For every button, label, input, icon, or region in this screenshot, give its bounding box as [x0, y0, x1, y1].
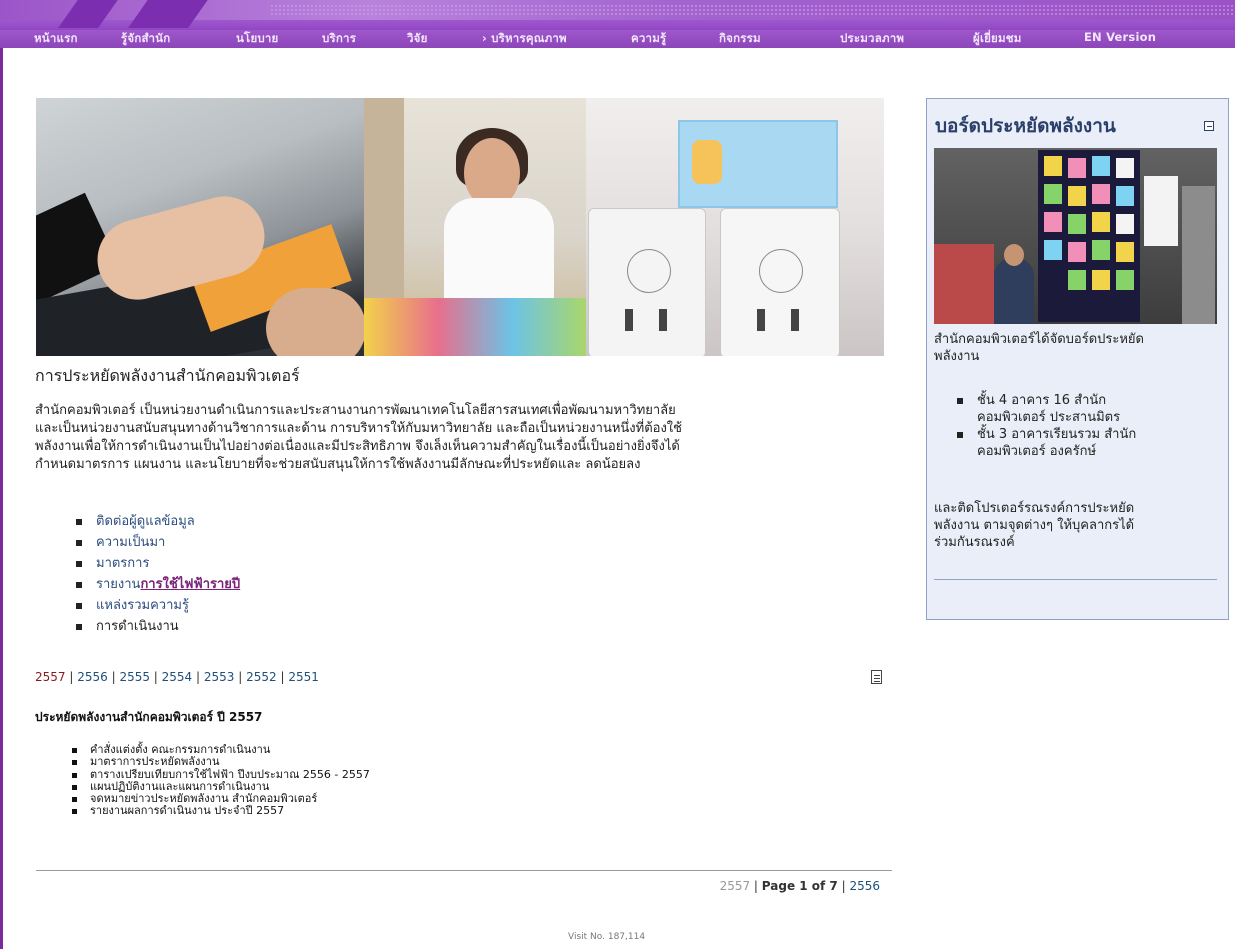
sidebar-campaign-text: และติดโปรเตอร์รณรงค์การประหยัด พลังงาน ต… — [934, 501, 1135, 550]
nav-research[interactable]: วิจัย — [407, 30, 428, 48]
main-menu: หน้าแรก รู้จักสำนัก นโยบาย บริการ วิจัย … — [0, 28, 1235, 48]
nav-quality-management[interactable]: › บริหารคุณภาพ — [482, 30, 567, 48]
list-item: ความเป็นมา — [75, 532, 240, 553]
year-2556-link[interactable]: 2556 — [77, 670, 108, 684]
sidebar-title: บอร์ดประหยัดพลังงาน — [935, 115, 1116, 137]
sidebar-divider — [934, 579, 1217, 580]
pagination: 2557 | Page 1 of 7 | 2556 — [719, 879, 880, 893]
top-navigation-bar: หน้าแรก รู้จักสำนัก นโยบาย บริการ วิจัย … — [0, 0, 1235, 48]
list-item: การดำเนินงาน — [75, 616, 240, 637]
year-2552-link[interactable]: 2552 — [246, 670, 277, 684]
photo-air-conditioner-controls — [586, 98, 884, 356]
list-item[interactable]: มาตราการประหยัดพลังงาน — [72, 755, 370, 768]
list-item: มาตรการ — [75, 553, 240, 574]
list-item: รายงานการใช้ไฟฟ้ารายปี — [75, 574, 240, 595]
contact-link[interactable]: ติดต่อผู้ดูแลข้อมูล — [96, 514, 195, 529]
page-title: การประหยัดพลังงานสำนักคอมพิวเตอร์ — [35, 366, 300, 385]
year-2555-link[interactable]: 2555 — [119, 670, 150, 684]
left-edge-bar — [0, 0, 3, 949]
nav-gallery[interactable]: ประมวลภาพ — [840, 30, 904, 48]
year-2551-link[interactable]: 2551 — [288, 670, 319, 684]
list-item[interactable]: รายงานผลการดำเนินงาน ประจำปี 2557 — [72, 805, 370, 817]
pager-next-year-link[interactable]: 2556 — [849, 879, 880, 893]
hero-image-strip — [36, 98, 884, 356]
sidebar-board-photo — [934, 148, 1217, 324]
nav-en-version[interactable]: EN Version — [1084, 30, 1156, 44]
year-selector: 2557 | 2556 | 2555 | 2554 | 2553 | 2552 … — [35, 670, 319, 684]
nav-about[interactable]: รู้จักสำนัก — [121, 30, 170, 48]
document-icon[interactable] — [871, 670, 882, 684]
nav-home[interactable]: หน้าแรก — [34, 30, 78, 48]
pager-current-year: 2557 — [719, 879, 751, 893]
annual-electricity-link[interactable]: การใช้ไฟฟ้ารายปี — [140, 577, 240, 592]
sidebar-location-list: ชั้น 4 อาคาร 16 สำนัก คอมพิวเตอร์ ประสานม… — [956, 392, 1137, 460]
nav-activities[interactable]: กิจกรรม — [719, 30, 761, 48]
list-item: ชั้น 3 อาคารเรียนรวม สำนัก คอมพิวเตอร์ อง… — [956, 427, 1137, 459]
report-prefix[interactable]: รายงาน — [96, 577, 140, 592]
collapse-icon[interactable] — [1204, 121, 1214, 131]
measures-link[interactable]: มาตรการ — [96, 556, 149, 571]
pager-page-count: Page 1 of 7 — [761, 879, 838, 893]
operation-label: การดำเนินงาน — [96, 619, 179, 634]
history-link[interactable]: ความเป็นมา — [96, 535, 165, 550]
nav-services[interactable]: บริการ — [322, 30, 356, 48]
nav-visitors[interactable]: ผู้เยี่ยมชม — [973, 30, 1022, 48]
visit-counter: Visit No. 187,114 — [568, 932, 646, 942]
photo-woman-at-desk — [364, 98, 586, 356]
year-2557-link[interactable]: 2557 — [35, 670, 66, 684]
sidebar-description: สำนักคอมพิวเตอร์ได้จัดบอร์ดประหยัด พลังง… — [934, 332, 1144, 364]
photo-printer-hands — [36, 98, 364, 356]
list-item: ชั้น 4 อาคาร 16 สำนัก คอมพิวเตอร์ ประสานม… — [956, 392, 1136, 426]
year-2553-link[interactable]: 2553 — [204, 670, 235, 684]
intro-paragraph: สำนักคอมพิวเตอร์ เป็นหน่วยงานดำเนินการแล… — [35, 403, 682, 472]
document-list: คำสั่งแต่งตั้ง คณะกรรมการดำเนินงาน มาตรา… — [72, 743, 370, 818]
nav-knowledge[interactable]: ความรู้ — [631, 30, 666, 48]
list-item: ติดต่อผู้ดูแลข้อมูล — [75, 511, 240, 532]
nav-policy[interactable]: นโยบาย — [236, 30, 278, 48]
knowledge-link[interactable]: แหล่งรวมความรู้ — [96, 598, 189, 613]
divider — [36, 870, 892, 871]
energy-board-sidebar: บอร์ดประหยัดพลังงาน สำนักคอมพิวเตอร์ได้จ… — [926, 98, 1229, 620]
topic-link-list: ติดต่อผู้ดูแลข้อมูล ความเป็นมา มาตรการ ร… — [75, 511, 240, 637]
list-item: แหล่งรวมความรู้ — [75, 595, 240, 616]
section-heading: ประหยัดพลังงานสำนักคอมพิวเตอร์ ปี 2557 — [35, 710, 263, 724]
year-2554-link[interactable]: 2554 — [162, 670, 193, 684]
